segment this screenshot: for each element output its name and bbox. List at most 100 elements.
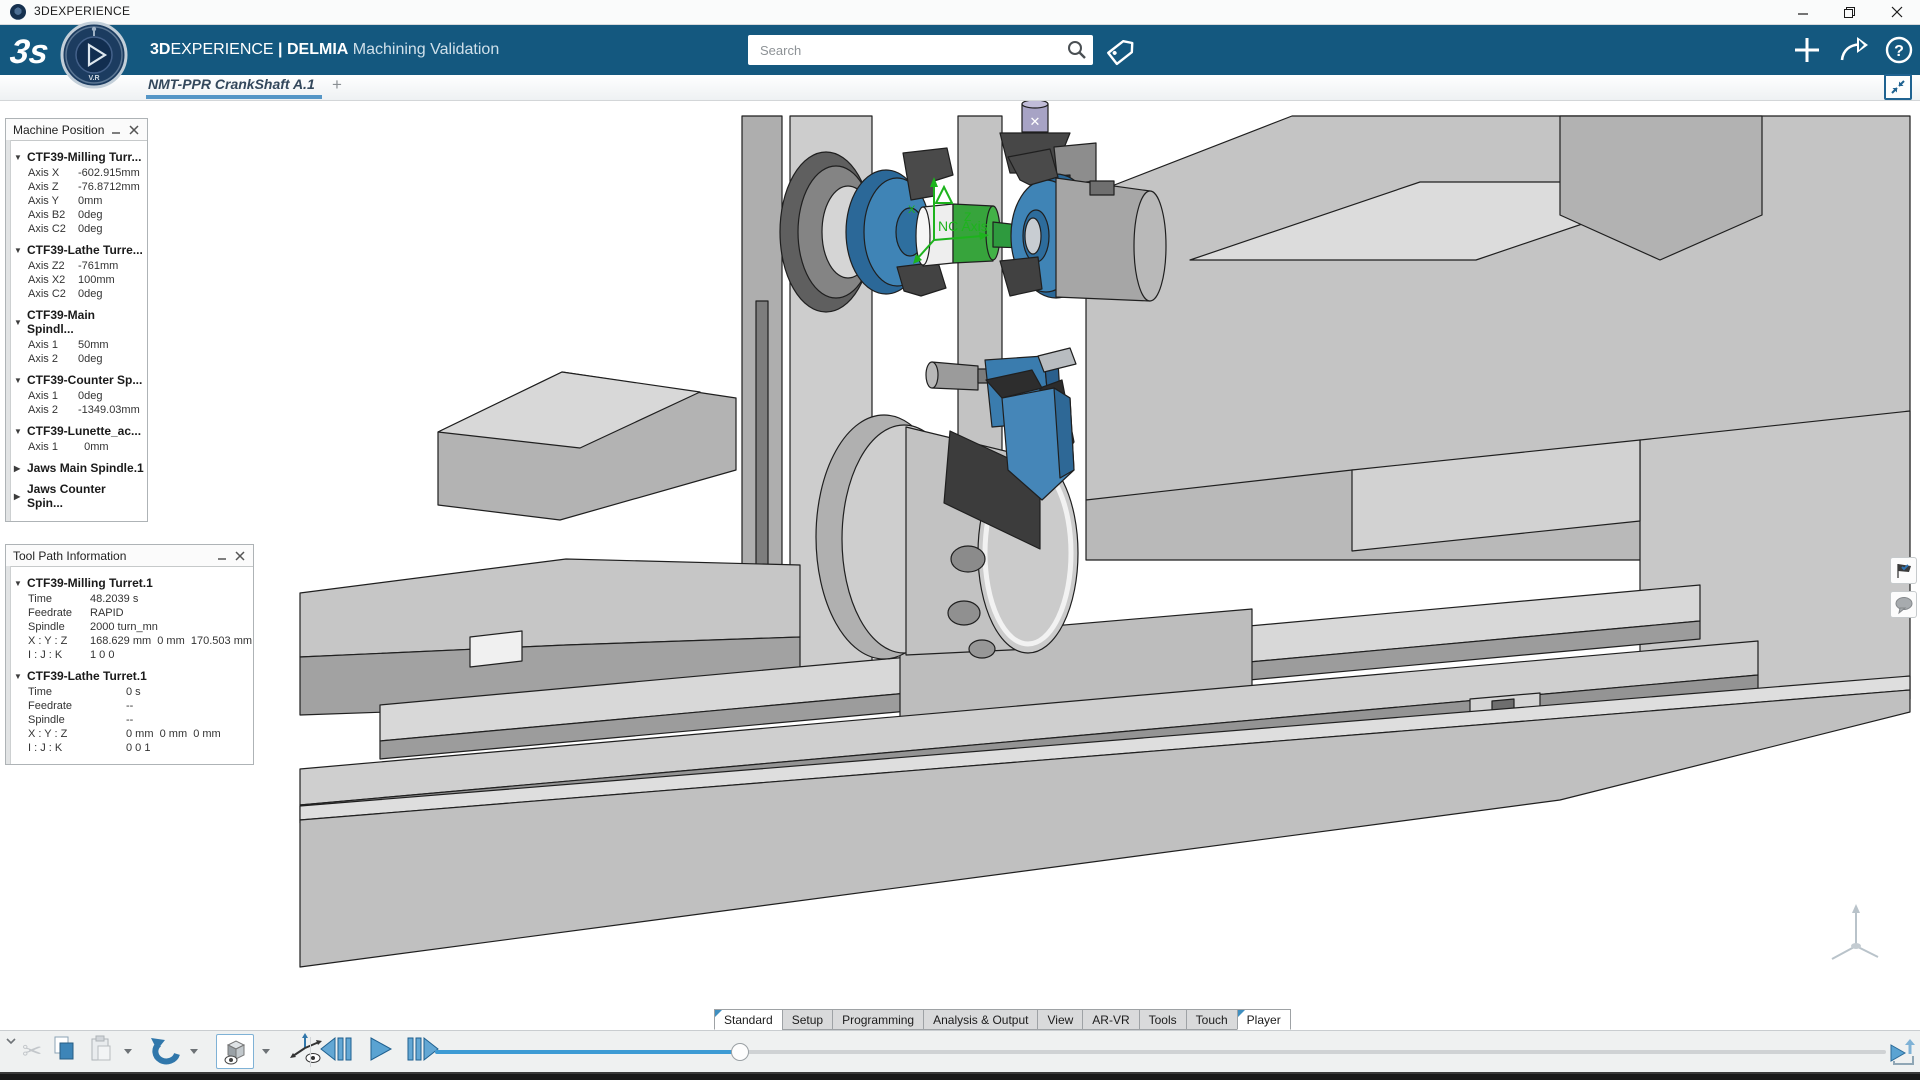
expanded-triangle-icon[interactable]: ▼: [14, 318, 23, 327]
3ds-logo[interactable]: 3s: [8, 27, 56, 78]
row-value: 0 s: [126, 686, 141, 699]
workbench-tab-standard[interactable]: Standard: [714, 1009, 783, 1030]
add-content-icon[interactable]: [1792, 35, 1822, 70]
workbench-tabbar: StandardSetupProgrammingAnalysis & Outpu…: [714, 1009, 1290, 1030]
undo-icon[interactable]: [148, 1033, 182, 1070]
document-tabbar: NMT-PPR CrankShaft A.1 +: [0, 75, 1920, 101]
workbench-tab-setup[interactable]: Setup: [782, 1009, 833, 1030]
panel-row: I : J : K1 0 0: [28, 649, 250, 662]
search-icon[interactable]: [1065, 38, 1089, 67]
cut-icon[interactable]: ✂: [22, 1037, 42, 1066]
panel-group-header[interactable]: ▶ Jaws Counter Spin...: [14, 482, 144, 510]
expanded-triangle-icon[interactable]: ▼: [14, 579, 23, 588]
3d-viewport[interactable]: NC Axis Z X ✕: [0, 101, 1920, 1030]
workbench-tab-touch[interactable]: Touch: [1186, 1009, 1238, 1030]
panel-group-header[interactable]: ▼CTF39-Lathe Turre...: [14, 243, 144, 257]
panel-row: Axis X2100mm: [28, 274, 144, 287]
export-playback-icon[interactable]: [1886, 1036, 1918, 1073]
close-icon[interactable]: [1880, 0, 1914, 24]
panel-group-header[interactable]: ▼CTF39-Milling Turr...: [14, 150, 144, 164]
app-header: 3s V.R 3DEXPERIENCE | DELMIA Machining V…: [0, 25, 1920, 75]
minimize-icon[interactable]: [1786, 0, 1820, 24]
workbench-tab-programming[interactable]: Programming: [832, 1009, 924, 1030]
panel-group-title: Jaws Counter Spin...: [27, 482, 144, 510]
row-label: Feedrate: [28, 607, 90, 620]
panel-group-header[interactable]: ▼CTF39-Milling Turret.1: [14, 576, 250, 590]
panel-row: X : Y : Z168.629 mm 0 mm 170.503 mm: [28, 635, 250, 648]
row-label: Axis 1: [28, 339, 78, 352]
row-value: 0mm: [78, 441, 109, 454]
active-tab-underline: [146, 95, 322, 99]
help-icon[interactable]: ?: [1884, 35, 1914, 70]
panel-minimize-icon[interactable]: [108, 122, 124, 138]
restore-icon[interactable]: [1832, 0, 1866, 24]
row-value: --: [126, 700, 133, 713]
timeline-slider[interactable]: [435, 1045, 1886, 1059]
validation-flag-icon[interactable]: [1890, 557, 1917, 584]
row-value: -602.915mm: [78, 167, 140, 180]
panel-group: ▶Jaws Main Spindle.1: [14, 461, 144, 475]
panel-titlebar[interactable]: Machine Position: [6, 119, 147, 141]
machine-3d-scene[interactable]: NC Axis Z X ✕: [0, 101, 1920, 1030]
workbench-tab-player[interactable]: Player: [1237, 1009, 1291, 1030]
collapse-view-icon[interactable]: [1884, 74, 1912, 100]
document-tab[interactable]: NMT-PPR CrankShaft A.1: [148, 76, 315, 92]
row-value: 0deg: [78, 390, 102, 403]
panel-group-header[interactable]: ▼CTF39-Counter Sp...: [14, 373, 144, 387]
collapsed-triangle-icon[interactable]: ▶: [14, 464, 23, 473]
visualization-mode-icon[interactable]: [216, 1034, 254, 1069]
panel-group-header[interactable]: ▼CTF39-Main Spindl...: [14, 308, 144, 336]
workbench-tab-tools[interactable]: Tools: [1139, 1009, 1187, 1030]
step-backward-icon[interactable]: [318, 1035, 356, 1068]
timeline-handle[interactable]: [731, 1043, 749, 1061]
panel-close-icon[interactable]: [232, 548, 248, 564]
row-label: Axis 2: [28, 353, 78, 366]
row-value: 168.629 mm 0 mm 170.503 mm: [90, 635, 252, 648]
visualization-dropdown-icon[interactable]: [262, 1049, 270, 1054]
panel-minimize-icon[interactable]: [214, 548, 230, 564]
collapsed-triangle-icon[interactable]: ▶: [14, 492, 23, 501]
panel-group-header[interactable]: ▼CTF39-Lunette_ac...: [14, 424, 144, 438]
panel-group-header[interactable]: ▶Jaws Main Spindle.1: [14, 461, 144, 475]
paste-icon[interactable]: [86, 1034, 116, 1069]
row-label: Axis Z: [28, 181, 78, 194]
panel-group-header[interactable]: ▼CTF39-Lathe Turret.1: [14, 669, 250, 683]
row-label: Axis 1: [28, 441, 78, 454]
workbench-tab-view[interactable]: View: [1037, 1009, 1083, 1030]
row-value: 48.2039 s: [90, 593, 138, 606]
workbench-tab-analysis-output[interactable]: Analysis & Output: [923, 1009, 1038, 1030]
expanded-triangle-icon[interactable]: ▼: [14, 427, 23, 436]
play-icon[interactable]: [366, 1035, 394, 1068]
expanded-triangle-icon[interactable]: ▼: [14, 246, 23, 255]
panel-row: I : J : K0 0 1: [28, 742, 250, 755]
copy-icon[interactable]: [48, 1034, 80, 1069]
search-input[interactable]: [748, 35, 1068, 65]
expand-toolbar-icon[interactable]: [4, 1033, 18, 1051]
share-icon[interactable]: [1838, 35, 1870, 70]
timeline-progress: [435, 1050, 740, 1054]
panel-titlebar[interactable]: Tool Path Information: [6, 545, 253, 567]
row-label: Feedrate: [28, 700, 126, 713]
row-label: Spindle: [28, 621, 90, 634]
bottom-toolbar: ✂: [0, 1030, 1920, 1072]
panel-group: ▼CTF39-Lunette_ac... Axis 1 0mm: [14, 424, 144, 454]
panel-group: ▼CTF39-Milling Turret.1Time48.2039 sFeed…: [14, 576, 250, 662]
window-bottom-edge: [0, 1072, 1920, 1080]
paste-dropdown-icon[interactable]: [124, 1049, 132, 1054]
search-box: [748, 35, 1093, 65]
undo-dropdown-icon[interactable]: [190, 1049, 198, 1054]
expanded-triangle-icon[interactable]: ▼: [14, 376, 23, 385]
panel-close-icon[interactable]: [126, 122, 142, 138]
new-tab-button[interactable]: +: [332, 75, 342, 95]
workbench-tab-ar-vr[interactable]: AR-VR: [1082, 1009, 1139, 1030]
row-value: 0mm: [78, 195, 102, 208]
tag-icon[interactable]: [1102, 31, 1142, 76]
row-value: 0deg: [78, 353, 102, 366]
comment-bubble-icon[interactable]: [1890, 591, 1917, 618]
compass-icon[interactable]: V.R: [59, 20, 129, 95]
expanded-triangle-icon[interactable]: ▼: [14, 153, 23, 162]
expanded-triangle-icon[interactable]: ▼: [14, 672, 23, 681]
axis-z-label: Z: [964, 210, 971, 224]
panel-row: Time0 s: [28, 686, 250, 699]
row-value: 0 mm 0 mm 0 mm: [126, 728, 221, 741]
